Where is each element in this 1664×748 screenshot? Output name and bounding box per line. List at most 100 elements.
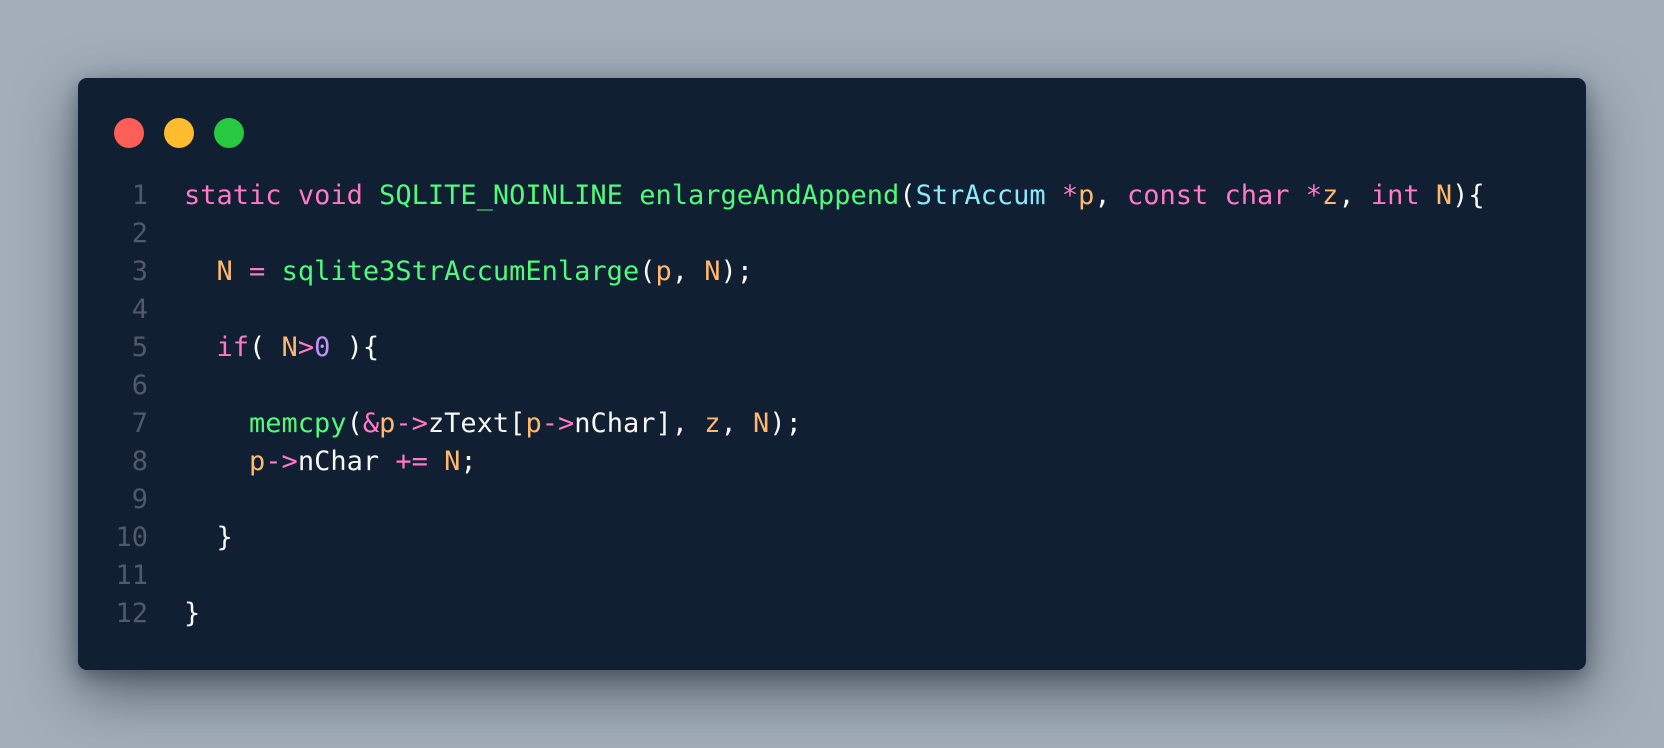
code-token-variable: p <box>379 408 396 439</box>
code-token-plain: ); <box>720 256 754 287</box>
code-line: 8 p->nChar += N; <box>78 443 1586 481</box>
code-token-variable: N <box>753 408 770 439</box>
code-token-variable: N <box>216 256 233 287</box>
code-token-variable: N <box>704 256 721 287</box>
code-line: 6 <box>78 367 1586 405</box>
code-line: 7 memcpy(&p->zText[p->nChar], z, N); <box>78 405 1586 443</box>
code-token-variable: z <box>704 408 721 439</box>
code-token-keyword: > <box>297 332 315 363</box>
code-line: 1 static void SQLITE_NOINLINE enlargeAndA… <box>78 177 1586 215</box>
code-token-plain: nChar <box>297 446 396 477</box>
line-source: } <box>184 519 233 557</box>
code-token-keyword: int <box>1370 180 1420 211</box>
code-token-plain: ( <box>639 256 656 287</box>
code-token-variable: p <box>655 256 672 287</box>
code-token-keyword: const <box>1126 180 1209 211</box>
code-token-keyword: & <box>362 408 380 439</box>
line-source: N = sqlite3StrAccumEnlarge(p, N); <box>184 253 754 291</box>
code-line: 9 <box>78 481 1586 519</box>
code-token-plain: zText[ <box>427 408 526 439</box>
line-source: static void SQLITE_NOINLINE enlargeAndAp… <box>184 177 1485 215</box>
code-token-keyword: -> <box>395 408 428 439</box>
line-number: 1 <box>131 180 148 211</box>
code-token-plain: ; <box>460 446 477 477</box>
code-token-type: StrAccum <box>915 180 1046 211</box>
line-number: 9 <box>131 484 148 515</box>
code-token-keyword: if <box>216 332 250 363</box>
line-number: 10 <box>115 522 148 553</box>
code-token-plain: ( <box>346 408 363 439</box>
close-dot-icon[interactable] <box>114 118 144 148</box>
code-token-plain: ){ <box>330 332 380 363</box>
code-token-keyword: -> <box>265 446 298 477</box>
code-block: 1 static void SQLITE_NOINLINE enlargeAndA… <box>78 177 1586 633</box>
code-token-plain: ); <box>769 408 802 439</box>
code-token-keyword: void <box>297 180 363 211</box>
code-token-plain: , <box>720 408 754 439</box>
code-token-plain: } <box>216 522 233 553</box>
line-number: 3 <box>131 256 148 287</box>
code-token-number: 0 <box>314 332 331 363</box>
line-number: 6 <box>131 370 148 401</box>
code-token-keyword: * <box>1061 180 1079 211</box>
code-token-variable: N <box>281 332 298 363</box>
code-token-function: sqlite3StrAccumEnlarge <box>281 256 640 287</box>
line-number: 2 <box>131 218 148 249</box>
code-token-function: SQLITE_NOINLINE <box>379 180 623 211</box>
code-token-plain: ){ <box>1452 180 1485 211</box>
code-token-variable: p <box>249 446 266 477</box>
code-line: 2 <box>78 215 1586 253</box>
code-token-function: memcpy <box>249 408 347 439</box>
line-number: 5 <box>131 332 148 363</box>
code-token-variable: z <box>1322 180 1339 211</box>
line-source: memcpy(&p->zText[p->nChar], z, N); <box>184 405 802 443</box>
code-line: 11 <box>78 557 1586 595</box>
code-token-plain: nChar], <box>574 408 705 439</box>
code-token-function: enlargeAndAppend <box>639 180 900 211</box>
code-token-plain: ( <box>899 180 916 211</box>
maximize-dot-icon[interactable] <box>214 118 244 148</box>
line-number: 11 <box>115 560 148 591</box>
line-source: if( N>0 ){ <box>184 329 380 367</box>
code-line: 4 <box>78 291 1586 329</box>
line-source: p->nChar += N; <box>184 443 477 481</box>
code-token-keyword: * <box>1305 180 1323 211</box>
code-token-variable: p <box>1078 180 1095 211</box>
code-token-plain: , <box>1338 180 1371 211</box>
code-token-plain: ( <box>249 332 282 363</box>
code-token-keyword: static <box>184 180 282 211</box>
code-token-variable: N <box>1435 180 1453 211</box>
code-line: 10 } <box>78 519 1586 557</box>
code-token-keyword: char <box>1224 180 1290 211</box>
code-line: 12} <box>78 595 1586 633</box>
line-number: 12 <box>115 598 148 629</box>
code-line: 3 N = sqlite3StrAccumEnlarge(p, N); <box>78 253 1586 291</box>
code-token-variable: p <box>525 408 542 439</box>
code-token-variable: N <box>444 446 461 477</box>
code-token-keyword: = <box>249 256 266 287</box>
code-token-keyword: += <box>395 446 428 477</box>
line-number: 4 <box>131 294 148 325</box>
code-window: 1 static void SQLITE_NOINLINE enlargeAndA… <box>78 78 1586 670</box>
code-line: 5 if( N>0 ){ <box>78 329 1586 367</box>
minimize-dot-icon[interactable] <box>164 118 194 148</box>
code-token-plain: , <box>1094 180 1127 211</box>
code-token-keyword: -> <box>541 408 575 439</box>
line-number: 8 <box>131 446 148 477</box>
code-token-plain: , <box>671 256 705 287</box>
line-number: 7 <box>131 408 148 439</box>
